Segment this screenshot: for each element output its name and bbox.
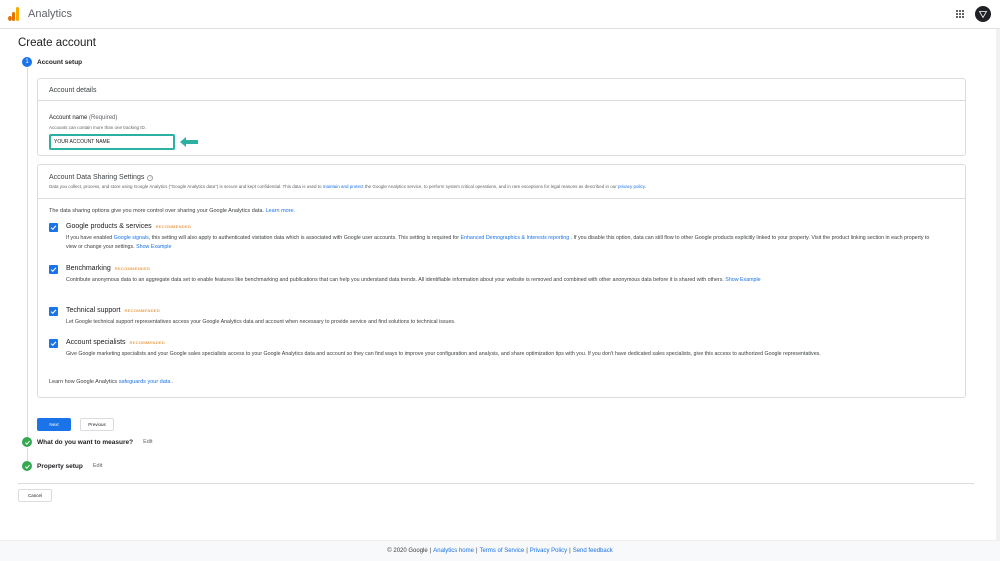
account-specialists-checkbox[interactable] [49, 339, 58, 348]
step-complete-icon [22, 437, 32, 447]
divider [18, 483, 974, 484]
option-title: Benchmarking RECOMMENDED [66, 265, 151, 272]
enhanced-demographics-link[interactable]: Enhanced Demographics & Interests report… [461, 235, 570, 241]
divider [38, 198, 965, 199]
account-avatar-icon[interactable] [975, 6, 991, 22]
benchmarking-checkbox[interactable] [49, 265, 58, 274]
account-details-card: Account details Account name (Required) … [37, 78, 966, 156]
option-description: Let Google technical support representat… [66, 319, 456, 325]
step-label: What do you want to measure? [37, 438, 134, 446]
step-label: Property setup [37, 462, 83, 470]
data-sharing-title: Account Data Sharing Settings ? [49, 174, 154, 181]
check-icon [24, 464, 30, 469]
step-account-setup: 1 Account setup [22, 57, 82, 67]
cancel-button[interactable]: Cancel [18, 489, 52, 502]
account-details-heading: Account details [38, 79, 965, 101]
scrollbar[interactable] [996, 29, 1000, 540]
account-name-input[interactable] [49, 134, 175, 150]
privacy-policy-link[interactable]: privacy policy [618, 184, 645, 189]
step-property-setup: Property setup Edit [22, 461, 102, 471]
google-signals-link[interactable]: Google signals [114, 235, 149, 241]
privacy-policy-footer-link[interactable]: Privacy Policy [530, 548, 567, 554]
next-button[interactable]: Next [37, 418, 71, 431]
copyright: © 2020 Google [387, 548, 428, 554]
apps-grid-icon[interactable] [956, 10, 964, 18]
analytics-logo-icon[interactable] [8, 7, 20, 21]
safeguards-link[interactable]: safeguards your data [119, 379, 171, 385]
step-measure: What do you want to measure? Edit [22, 437, 153, 447]
google-products-checkbox[interactable] [49, 223, 58, 232]
step-label: Account setup [37, 58, 83, 66]
recommended-badge: RECOMMENDED [155, 224, 192, 229]
account-name-label: Account name (Required) [49, 115, 118, 121]
account-name-hint: Accounts can contain more than one track… [49, 125, 147, 130]
help-icon[interactable]: ? [147, 174, 154, 181]
technical-support-checkbox[interactable] [49, 307, 58, 316]
arrow-left-icon [180, 137, 198, 147]
data-sharing-description: Data you collect, process, and store usi… [49, 184, 646, 189]
maintain-protect-link[interactable]: maintain and protect [323, 184, 364, 189]
analytics-home-link[interactable]: Analytics home [433, 548, 474, 554]
send-feedback-link[interactable]: Send feedback [573, 548, 613, 554]
learn-more-link[interactable]: Learn more. [265, 208, 295, 214]
previous-button[interactable]: Previous [80, 418, 114, 431]
terms-of-service-link[interactable]: Terms of Service [480, 548, 525, 554]
option-title: Account specialists RECOMMENDED [66, 339, 166, 346]
option-description: Contribute anonymous data to an aggregat… [66, 277, 761, 283]
recommended-badge: RECOMMENDED [124, 308, 161, 313]
step-number-badge: 1 [22, 57, 32, 67]
option-title: Technical support RECOMMENDED [66, 307, 161, 314]
check-icon [50, 309, 57, 314]
step-complete-icon [22, 461, 32, 471]
app-name: Analytics [28, 8, 73, 20]
recommended-badge: RECOMMENDED [129, 340, 166, 345]
stepper-line [27, 68, 28, 438]
safeguards-note: Learn how Google Analytics safeguards yo… [49, 379, 174, 385]
data-sharing-intro: The data sharing options give you more c… [49, 208, 296, 214]
edit-property-link[interactable]: Edit [93, 463, 102, 469]
stepper-line [27, 448, 28, 461]
show-example-link[interactable]: Show Example [136, 244, 171, 250]
data-sharing-card: Account Data Sharing Settings ? Data you… [37, 164, 966, 398]
recommended-badge: RECOMMENDED [114, 266, 151, 271]
show-example-link[interactable]: Show Example [725, 277, 760, 283]
option-description: Give Google marketing specialists and yo… [66, 351, 821, 357]
check-icon [24, 440, 30, 445]
check-icon [50, 341, 57, 346]
check-icon [50, 225, 57, 230]
option-title: Google products & services RECOMMENDED [66, 223, 192, 230]
edit-measure-link[interactable]: Edit [143, 439, 152, 445]
page-footer: © 2020 Google | Analytics home | Terms o… [0, 540, 1000, 561]
page-title: Create account [18, 37, 96, 49]
app-bar: Analytics [0, 0, 1000, 29]
option-description: If you have enabled Google signals, this… [66, 235, 930, 251]
check-icon [50, 267, 57, 272]
